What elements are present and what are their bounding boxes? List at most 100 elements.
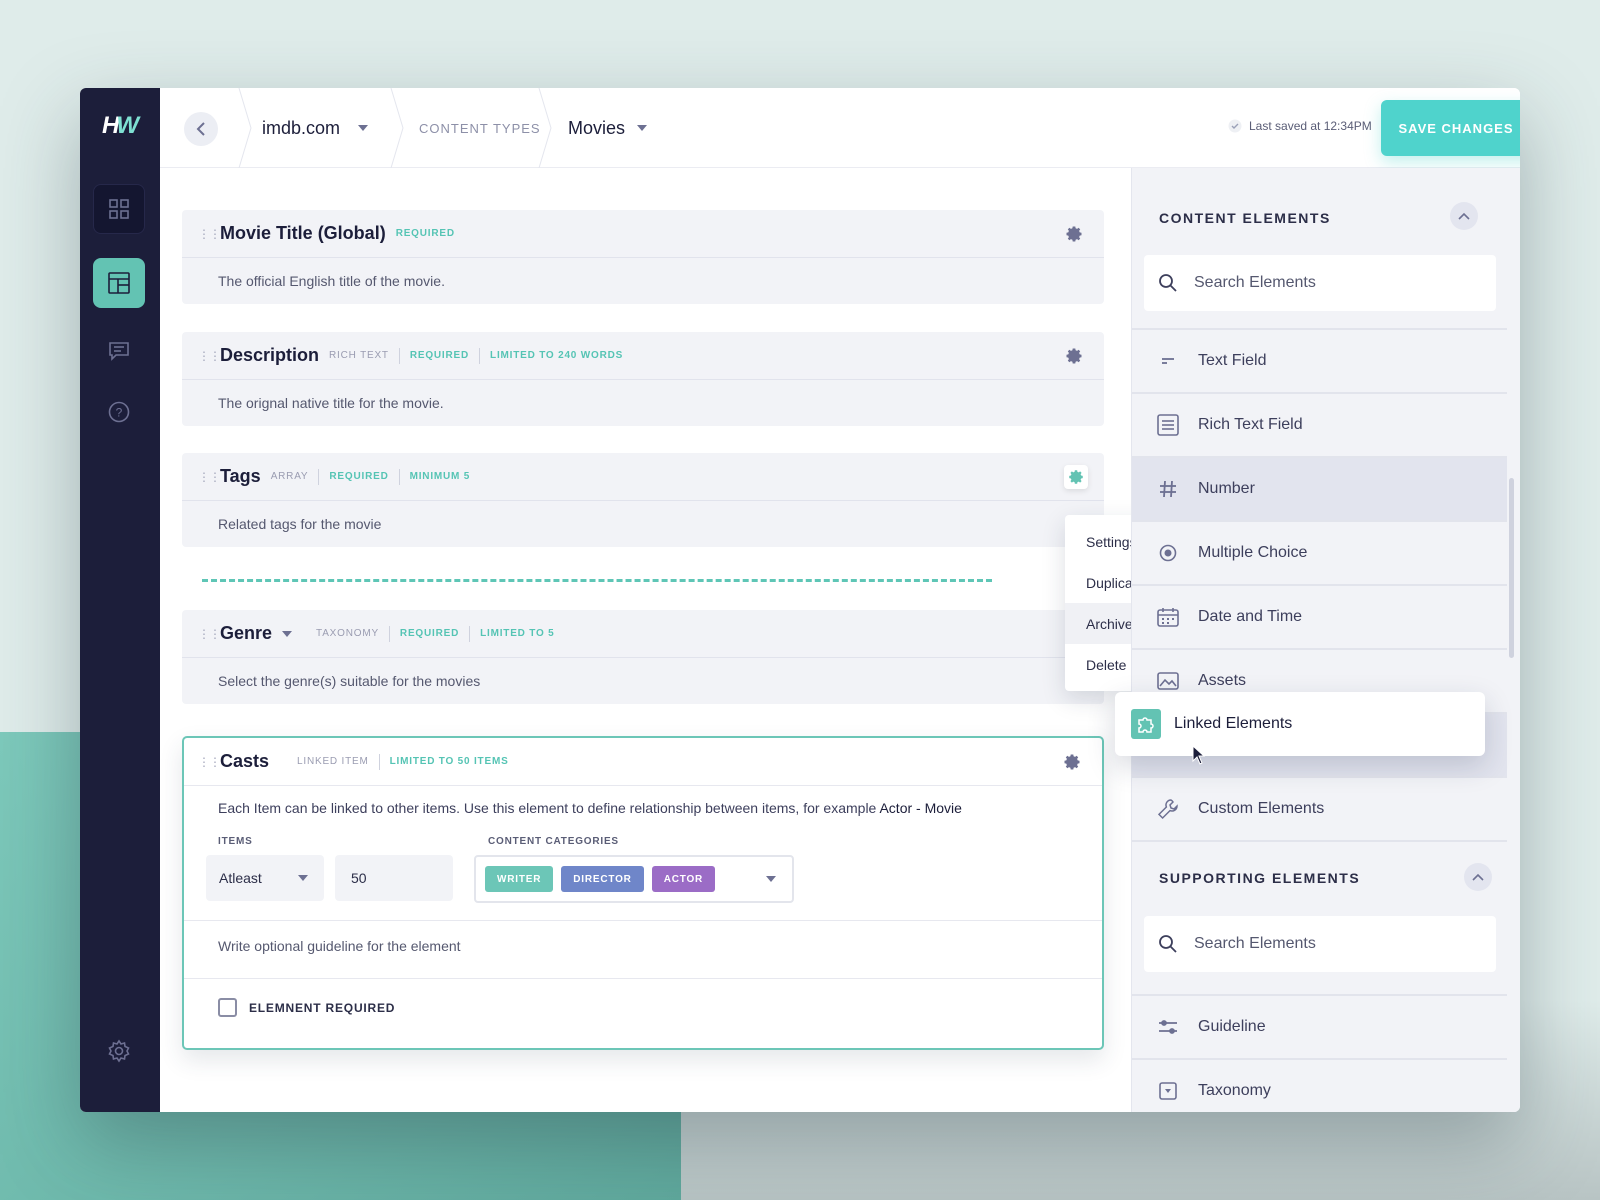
element-label: Rich Text Field xyxy=(1198,416,1303,433)
elements-panel: CONTENT ELEMENTS Text Field Rich Text Fi… xyxy=(1131,168,1520,1112)
field-card-movie-title[interactable]: ⋮⋮ Movie Title (Global) REQUIRED The off… xyxy=(182,210,1104,304)
save-changes-button[interactable]: SAVE CHANGES xyxy=(1381,100,1520,156)
items-mode-select[interactable]: Atleast xyxy=(206,855,324,901)
field-tag: REQUIRED xyxy=(398,347,479,364)
comments-icon[interactable] xyxy=(106,338,132,364)
field-tag: REQUIRED xyxy=(318,468,398,485)
drag-handle-icon[interactable]: ⋮⋮ xyxy=(198,627,221,641)
sidebar: HW ? xyxy=(80,88,160,1112)
check-circle-icon xyxy=(1228,119,1242,133)
field-title: Tags xyxy=(220,466,261,486)
gear-icon[interactable] xyxy=(1062,752,1082,772)
element-rich-text-field[interactable]: Rich Text Field xyxy=(1132,392,1507,456)
back-button[interactable] xyxy=(184,112,218,146)
help-icon[interactable]: ? xyxy=(106,399,132,425)
dashboard-button[interactable] xyxy=(93,184,145,234)
category-chip-director[interactable]: DIRECTOR xyxy=(561,866,644,892)
element-guideline[interactable]: Guideline xyxy=(1132,994,1507,1058)
element-text-field[interactable]: Text Field xyxy=(1132,328,1507,392)
content-type-selector[interactable]: Movies xyxy=(568,88,648,168)
items-count-value: 50 xyxy=(351,870,367,886)
items-count-input[interactable]: 50 xyxy=(335,855,453,901)
field-tag: ARRAY xyxy=(270,470,309,482)
drag-handle-icon[interactable]: ⋮⋮ xyxy=(198,349,221,363)
puzzle-icon xyxy=(1131,709,1161,739)
element-label: Date and Time xyxy=(1198,608,1303,625)
field-tag: REQUIRED xyxy=(395,227,455,239)
site-selector[interactable]: imdb.com xyxy=(262,88,369,168)
gear-icon[interactable] xyxy=(1064,224,1084,244)
breadcrumb-separator xyxy=(390,88,404,168)
checkbox-box[interactable] xyxy=(218,998,237,1017)
caret-down-icon xyxy=(358,125,369,131)
caret-down-icon xyxy=(298,875,308,881)
element-multiple-choice[interactable]: Multiple Choice xyxy=(1132,520,1507,584)
element-number[interactable]: Number xyxy=(1132,456,1507,520)
breadcrumb-content-types-label: CONTENT TYPES xyxy=(419,120,541,136)
field-title: Movie Title (Global) xyxy=(220,223,386,243)
element-label: Taxonomy xyxy=(1198,1082,1271,1099)
element-taxonomy[interactable]: Taxonomy xyxy=(1132,1058,1507,1112)
field-tag: LIMITED TO 5 xyxy=(469,625,564,642)
element-label: Guideline xyxy=(1198,1018,1266,1035)
svg-text:?: ? xyxy=(116,406,123,420)
search-icon xyxy=(1159,935,1177,953)
dragging-element-linked-elements[interactable]: Linked Elements xyxy=(1115,692,1485,756)
layout-button[interactable] xyxy=(93,258,145,308)
field-description: The orignal native title for the movie. xyxy=(218,395,444,411)
element-label: Assets xyxy=(1198,672,1247,689)
search-input[interactable] xyxy=(1194,935,1464,953)
divider xyxy=(184,978,1102,979)
settings-icon[interactable] xyxy=(106,1038,132,1064)
guideline-input[interactable]: Write optional guideline for the element xyxy=(218,938,461,954)
field-card-casts[interactable]: ⋮⋮ Casts LINKED ITEM LIMITED TO 50 ITEMS… xyxy=(182,736,1104,1050)
field-tag: RICH TEXT xyxy=(329,349,389,361)
field-card-tags[interactable]: ⋮⋮ Tags ARRAY REQUIRED MINIMUM 5 Related… xyxy=(182,453,1104,547)
field-tag: TAXONOMY xyxy=(316,627,379,639)
search-icon xyxy=(1159,274,1177,292)
caret-down-icon[interactable] xyxy=(282,630,293,637)
collapse-content-elements-button[interactable] xyxy=(1450,202,1478,230)
panel-scrollbar[interactable] xyxy=(1509,478,1514,658)
field-card-description[interactable]: ⋮⋮ Description RICH TEXT REQUIRED LIMITE… xyxy=(182,332,1104,426)
breadcrumb-content-types[interactable]: CONTENT TYPES xyxy=(419,88,541,168)
drag-handle-icon[interactable]: ⋮⋮ xyxy=(198,755,221,769)
element-date-time[interactable]: Date and Time xyxy=(1132,584,1507,648)
items-label: ITEMS xyxy=(218,836,253,847)
content-elements-search[interactable] xyxy=(1144,255,1496,311)
app-window: HW ? imdb.com CONTENT TYPES Movies Last … xyxy=(80,88,1520,1112)
dragging-element-label: Linked Elements xyxy=(1174,715,1293,732)
element-required-label: ELEMNENT REQUIRED xyxy=(249,1000,396,1015)
category-chip-actor[interactable]: ACTOR xyxy=(651,866,716,892)
field-card-genre[interactable]: ⋮⋮ Genre TAXONOMY REQUIRED LIMITED TO 5 … xyxy=(182,610,1104,704)
wrench-icon xyxy=(1156,797,1180,821)
field-header: ⋮⋮ Movie Title (Global) REQUIRED xyxy=(182,210,1104,258)
element-required-checkbox[interactable]: ELEMNENT REQUIRED xyxy=(218,998,395,1017)
app-logo[interactable]: HW xyxy=(102,112,139,140)
content-categories-select[interactable]: WRITER DIRECTOR ACTOR xyxy=(474,855,794,903)
items-mode-value: Atleast xyxy=(219,870,262,886)
field-header: ⋮⋮ Description RICH TEXT REQUIRED LIMITE… xyxy=(182,332,1104,380)
site-name: imdb.com xyxy=(262,117,341,138)
chevron-up-icon xyxy=(1458,212,1470,220)
calendar-icon xyxy=(1156,605,1180,629)
save-changes-label: SAVE CHANGES xyxy=(1398,120,1514,136)
radio-icon xyxy=(1156,541,1180,565)
field-description: Select the genre(s) suitable for the mov… xyxy=(218,673,481,689)
supporting-elements-heading: SUPPORTING ELEMENTS xyxy=(1159,870,1361,886)
gear-icon[interactable] xyxy=(1064,346,1084,366)
drag-handle-icon[interactable]: ⋮⋮ xyxy=(198,227,221,241)
drag-handle-icon[interactable]: ⋮⋮ xyxy=(198,470,221,484)
content-type-editor: ⋮⋮ Movie Title (Global) REQUIRED The off… xyxy=(160,168,1181,1112)
supporting-elements-search[interactable] xyxy=(1144,916,1496,972)
field-title: Genre xyxy=(220,623,273,643)
breadcrumb-separator xyxy=(538,88,552,168)
description-example: Actor - Movie xyxy=(879,800,962,816)
field-settings-button[interactable] xyxy=(1064,465,1088,489)
last-saved-text: Last saved at 12:34PM xyxy=(1249,119,1372,133)
field-header: ⋮⋮ Tags ARRAY REQUIRED MINIMUM 5 xyxy=(182,453,1104,501)
element-custom-elements[interactable]: Custom Elements xyxy=(1132,776,1507,840)
collapse-supporting-elements-button[interactable] xyxy=(1464,863,1492,891)
category-chip-writer[interactable]: WRITER xyxy=(485,866,554,892)
search-input[interactable] xyxy=(1194,274,1464,292)
